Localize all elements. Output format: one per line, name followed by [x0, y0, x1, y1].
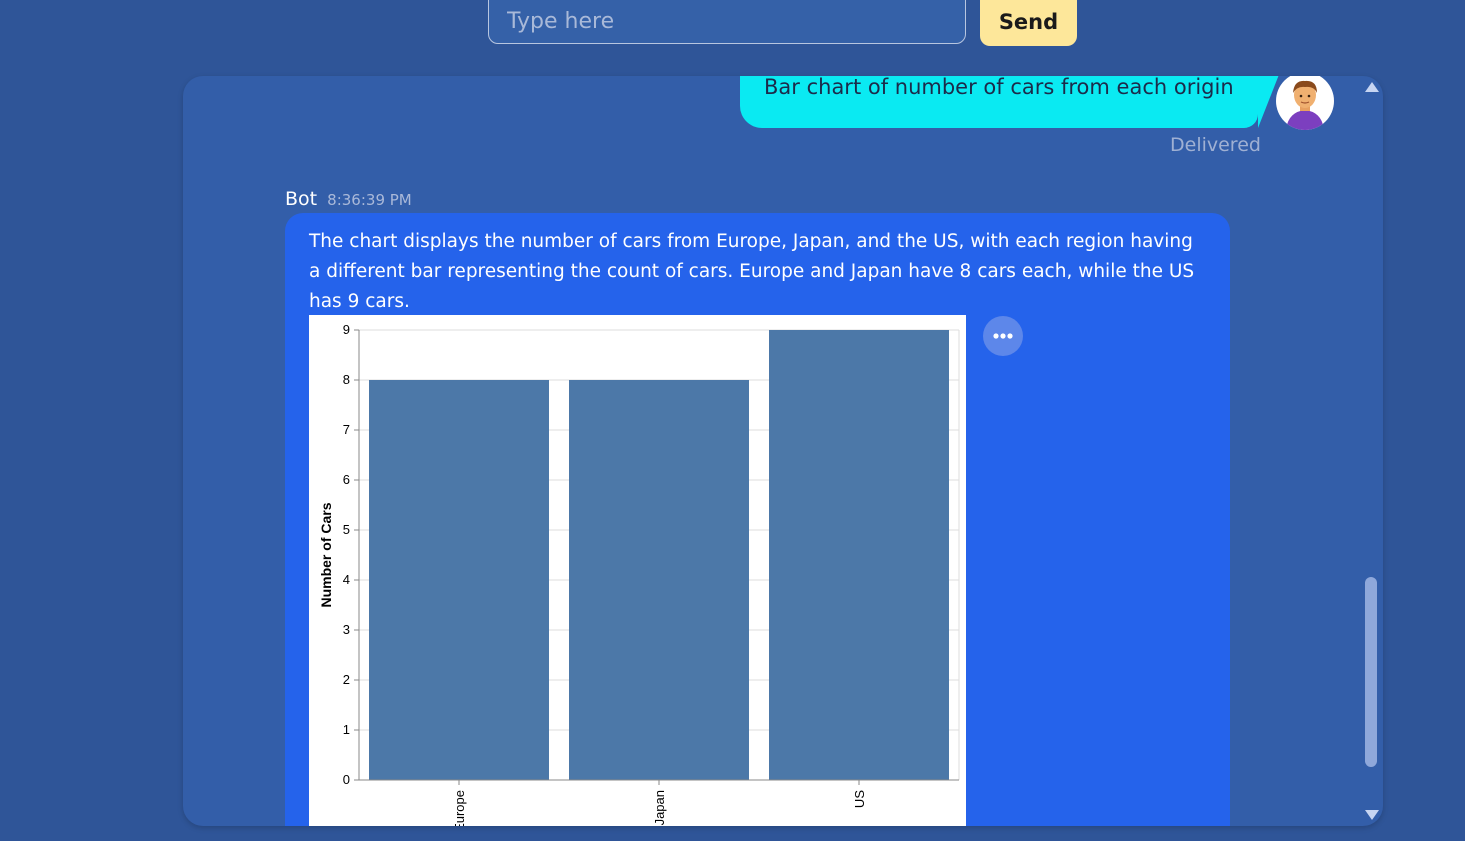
- y-tick-label: 7: [343, 422, 350, 437]
- x-tick-label: Europe: [452, 790, 467, 826]
- user-message-text: Bar chart of number of cars from each or…: [764, 76, 1234, 99]
- bar-japan[interactable]: [569, 380, 749, 780]
- y-tick-label: 4: [343, 572, 350, 587]
- scroll-down-arrow-icon[interactable]: [1365, 810, 1379, 820]
- y-tick-label: 6: [343, 472, 350, 487]
- bot-sender-name: Bot: [285, 188, 318, 210]
- y-tick-label: 1: [343, 722, 350, 737]
- y-tick-label: 8: [343, 372, 350, 387]
- y-tick-label: 2: [343, 672, 350, 687]
- y-tick-label: 0: [343, 772, 350, 787]
- y-axis-label: Number of Cars: [318, 502, 334, 607]
- scrollbar-thumb[interactable]: [1365, 577, 1377, 767]
- delivery-status: Delivered: [1170, 134, 1261, 156]
- send-button[interactable]: Send: [980, 0, 1077, 46]
- bot-message-header: Bot 8:36:39 PM: [285, 188, 412, 210]
- chat-scrollbar[interactable]: [1363, 76, 1383, 826]
- more-options-icon[interactable]: [983, 316, 1023, 356]
- y-tick-label: 3: [343, 622, 350, 637]
- chat-panel: Bar chart of number of cars from each or…: [183, 76, 1383, 826]
- scroll-up-arrow-icon[interactable]: [1365, 82, 1379, 92]
- message-input-row: Send: [0, 0, 1465, 60]
- user-message-bubble: Bar chart of number of cars from each or…: [740, 76, 1258, 128]
- y-tick-label: 9: [343, 322, 350, 337]
- bot-message-time: 8:36:39 PM: [327, 191, 412, 209]
- bot-message-bubble: The chart displays the number of cars fr…: [285, 213, 1230, 826]
- y-tick-label: 5: [343, 522, 350, 537]
- bar-us[interactable]: [769, 330, 949, 780]
- user-avatar-icon: [1276, 76, 1334, 130]
- bar-chart-svg: 0 1 2 3 4 5 6 7 8 9 Europe Japan US Number of Cars: [318, 322, 960, 826]
- message-input[interactable]: [488, 0, 966, 44]
- bot-message-text: The chart displays the number of cars fr…: [309, 231, 1195, 312]
- x-tick-label: Japan: [652, 790, 667, 825]
- x-tick-label: US: [852, 790, 867, 808]
- bar-chart: 0 1 2 3 4 5 6 7 8 9 Europe Japan US Number of Cars: [309, 315, 966, 826]
- bar-europe[interactable]: [369, 380, 549, 780]
